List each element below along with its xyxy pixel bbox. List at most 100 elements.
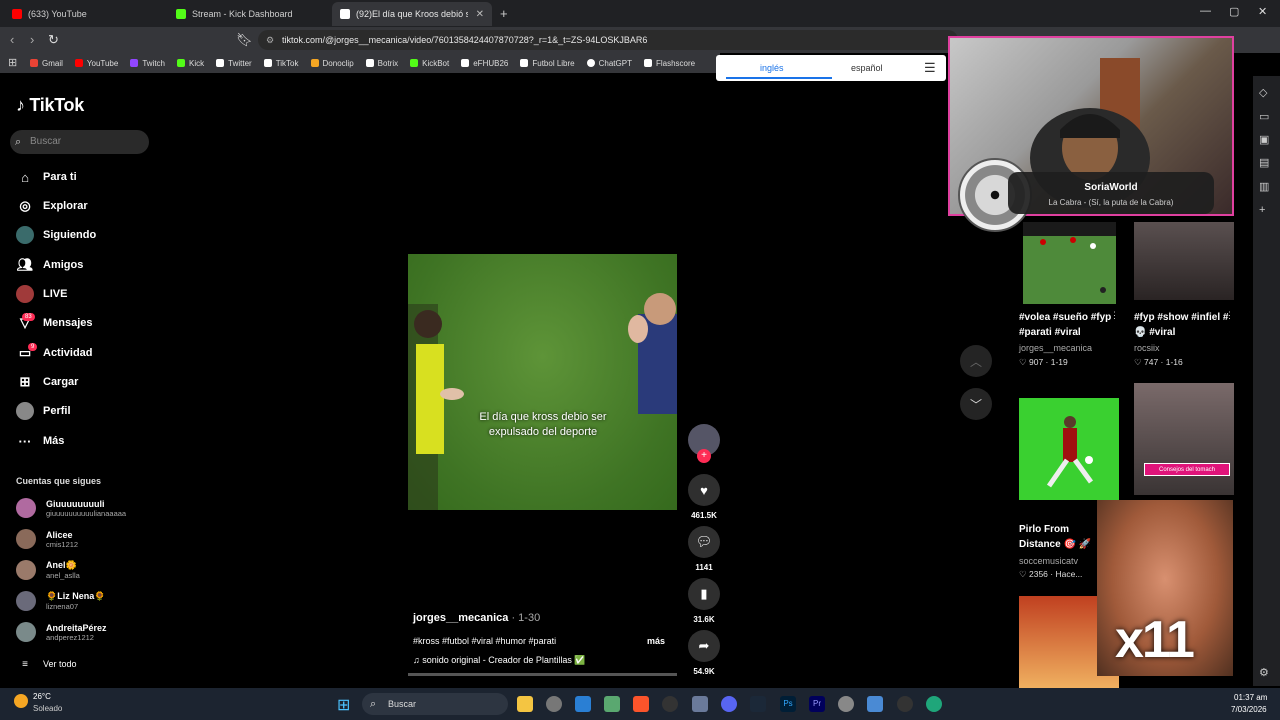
bookmark-kick[interactable]: Kick xyxy=(177,59,204,68)
maximize-button[interactable]: ▢ xyxy=(1229,5,1239,18)
following-account[interactable]: Anel🌼 anel_aslla xyxy=(16,560,80,580)
taskbar-search[interactable]: ⌕ Buscar xyxy=(362,693,508,715)
tab-tiktok-video[interactable]: (92)El día que Kroos debió ser ✕ xyxy=(332,2,492,26)
tools-icon[interactable]: ▣ xyxy=(1259,133,1269,146)
share-button[interactable]: ➦ xyxy=(688,630,720,662)
minimize-button[interactable]: — xyxy=(1200,5,1211,17)
video-title[interactable]: #fyp #show #infiel #💀 #viral xyxy=(1134,310,1229,340)
following-account[interactable]: 🌻Liz Nena🌻 liznena07 xyxy=(16,591,105,611)
app-icon[interactable] xyxy=(662,696,678,712)
nav-cargar[interactable]: ⊞ Cargar xyxy=(16,373,79,391)
weather-temp[interactable]: 26°C xyxy=(33,692,51,701)
video-player[interactable] xyxy=(408,254,677,510)
bookmark-twitch[interactable]: Twitch xyxy=(130,59,165,68)
apps-grid-icon[interactable]: ⊞ xyxy=(8,56,17,69)
video-progress-bar[interactable] xyxy=(408,673,677,676)
edge-icon[interactable] xyxy=(926,696,942,712)
nav-mas[interactable]: ··· Más xyxy=(16,432,65,450)
translate-menu-icon[interactable]: ☰ xyxy=(924,60,936,76)
translate-lang-english[interactable]: inglés xyxy=(760,63,784,73)
see-all-following[interactable]: ≡ Ver todo xyxy=(16,655,76,673)
search-input[interactable]: ⌕ Buscar xyxy=(10,130,149,154)
settings-icon[interactable] xyxy=(838,696,854,712)
bookmark-youtube[interactable]: YouTube xyxy=(74,59,118,68)
bookmark-icon[interactable]: 🔖︎ xyxy=(236,32,253,48)
bookmark-botrix[interactable]: Botrix xyxy=(365,59,398,68)
more-button[interactable]: más xyxy=(647,636,665,646)
photoshop-icon[interactable]: Ps xyxy=(780,696,796,712)
video-author[interactable]: jorges__mecanica xyxy=(1019,343,1092,353)
bookmark-flashscore[interactable]: Flashscore xyxy=(643,59,695,68)
bookmark-gmail[interactable]: Gmail xyxy=(30,59,63,68)
nav-para-ti[interactable]: ⌂ Para ti xyxy=(16,168,77,186)
comment-button[interactable]: 💬︎ xyxy=(688,526,720,558)
brave-icon[interactable] xyxy=(633,696,649,712)
recommended-thumb[interactable] xyxy=(1134,222,1234,300)
bookmark-kickbot[interactable]: KickBot xyxy=(410,59,449,68)
nav-amigos[interactable]: 👥︎ Amigos xyxy=(16,256,84,274)
video-sound[interactable]: ♫ sonido original - Creador de Plantilla… xyxy=(413,655,586,666)
video-hashtags[interactable]: #kross #futbol #viral #humor #parati xyxy=(413,636,556,646)
app-icon[interactable] xyxy=(575,696,591,712)
calculator-icon[interactable] xyxy=(692,696,708,712)
video-title[interactable]: #volea #sueño #fyp #parati #viral xyxy=(1019,310,1114,340)
reload-button[interactable]: ↻ xyxy=(48,32,59,48)
video-title[interactable]: Pirlo From Distance 🎯 🚀 xyxy=(1019,522,1099,552)
next-video-button[interactable]: ﹀ xyxy=(960,388,992,420)
clock-time[interactable]: 01:37 am xyxy=(1234,693,1267,702)
kebab-menu-icon[interactable]: ⋮ xyxy=(1110,310,1119,321)
save-button[interactable]: ▮ xyxy=(688,578,720,610)
bookmark-futbol-libre[interactable]: Futbol Libre xyxy=(520,59,575,68)
sun-icon[interactable] xyxy=(14,694,28,708)
clock-date[interactable]: 7/03/2026 xyxy=(1231,705,1267,714)
close-window-button[interactable]: ✕ xyxy=(1258,5,1267,18)
bookmark-efhub[interactable]: eFHUB26 xyxy=(461,59,508,68)
file-explorer-icon[interactable] xyxy=(517,696,533,712)
reader-icon[interactable]: ▥ xyxy=(1259,180,1269,193)
video-author[interactable]: soccemusicatv xyxy=(1019,556,1078,566)
recommended-thumb[interactable] xyxy=(1023,222,1116,304)
following-account[interactable]: Giuuuuuuuuli giuuuuuuuuuulianaaaaa xyxy=(16,498,126,518)
translate-lang-spanish[interactable]: español xyxy=(851,63,883,73)
recommended-thumb[interactable] xyxy=(1019,398,1119,500)
video-author[interactable]: rocsiix xyxy=(1134,343,1160,353)
obs-icon[interactable] xyxy=(546,696,562,712)
close-tab-icon[interactable]: ✕ xyxy=(476,9,484,20)
notepad-icon[interactable] xyxy=(867,696,883,712)
like-button[interactable]: ♥ xyxy=(688,474,720,506)
site-info-icon[interactable]: ⚙ xyxy=(266,30,274,50)
wallet-icon[interactable]: ▭ xyxy=(1259,110,1269,123)
bookmark-donoclip[interactable]: Donoclip xyxy=(310,59,354,68)
following-account[interactable]: Alicee cmis1212 xyxy=(16,529,78,549)
tiktok-logo[interactable]: ♪ TikTok xyxy=(16,95,84,116)
copilot-icon[interactable]: ◇ xyxy=(1259,86,1267,99)
previous-video-button[interactable]: ︿ xyxy=(960,345,992,377)
nav-perfil[interactable]: Perfil xyxy=(16,402,71,420)
notes-icon[interactable]: ▤ xyxy=(1259,156,1269,169)
recommended-thumb[interactable]: Consejos del tomach xyxy=(1134,383,1234,495)
premiere-icon[interactable]: Pr xyxy=(809,696,825,712)
bookmark-tiktok[interactable]: TikTok xyxy=(263,59,299,68)
steam-icon[interactable] xyxy=(750,696,766,712)
windows-start-icon[interactable]: ⊞ xyxy=(337,695,350,715)
add-panel-icon[interactable]: + xyxy=(1259,204,1265,216)
media-player-icon[interactable] xyxy=(897,696,913,712)
url-field[interactable]: ⚙ tiktok.com/@jorges__mecanica/video/760… xyxy=(258,30,958,50)
tab-kick-dashboard[interactable]: Stream - Kick Dashboard xyxy=(168,2,328,26)
follow-plus-icon[interactable]: + xyxy=(697,449,711,463)
bookmark-twitter[interactable]: Twitter xyxy=(216,59,252,68)
nav-siguiendo[interactable]: Siguiendo xyxy=(16,226,96,244)
kebab-menu-icon[interactable]: ⋮ xyxy=(1225,310,1234,321)
tab-youtube[interactable]: (633) YouTube xyxy=(4,2,164,26)
video-author[interactable]: jorges__mecanica · 1-30 xyxy=(413,612,540,624)
following-account[interactable]: AndreitaPérez andperez1212 xyxy=(16,622,107,642)
nav-live[interactable]: LIVE xyxy=(16,285,67,303)
discord-icon[interactable] xyxy=(721,696,737,712)
app-icon[interactable] xyxy=(604,696,620,712)
forward-button[interactable]: › xyxy=(30,32,34,47)
nav-explorar[interactable]: ◎ Explorar xyxy=(16,197,87,215)
back-button[interactable]: ‹ xyxy=(10,32,14,47)
bookmark-chatgpt[interactable]: ChatGPT xyxy=(586,59,632,68)
settings-icon[interactable]: ⚙ xyxy=(1259,666,1269,679)
new-tab-button[interactable]: + xyxy=(500,6,508,21)
